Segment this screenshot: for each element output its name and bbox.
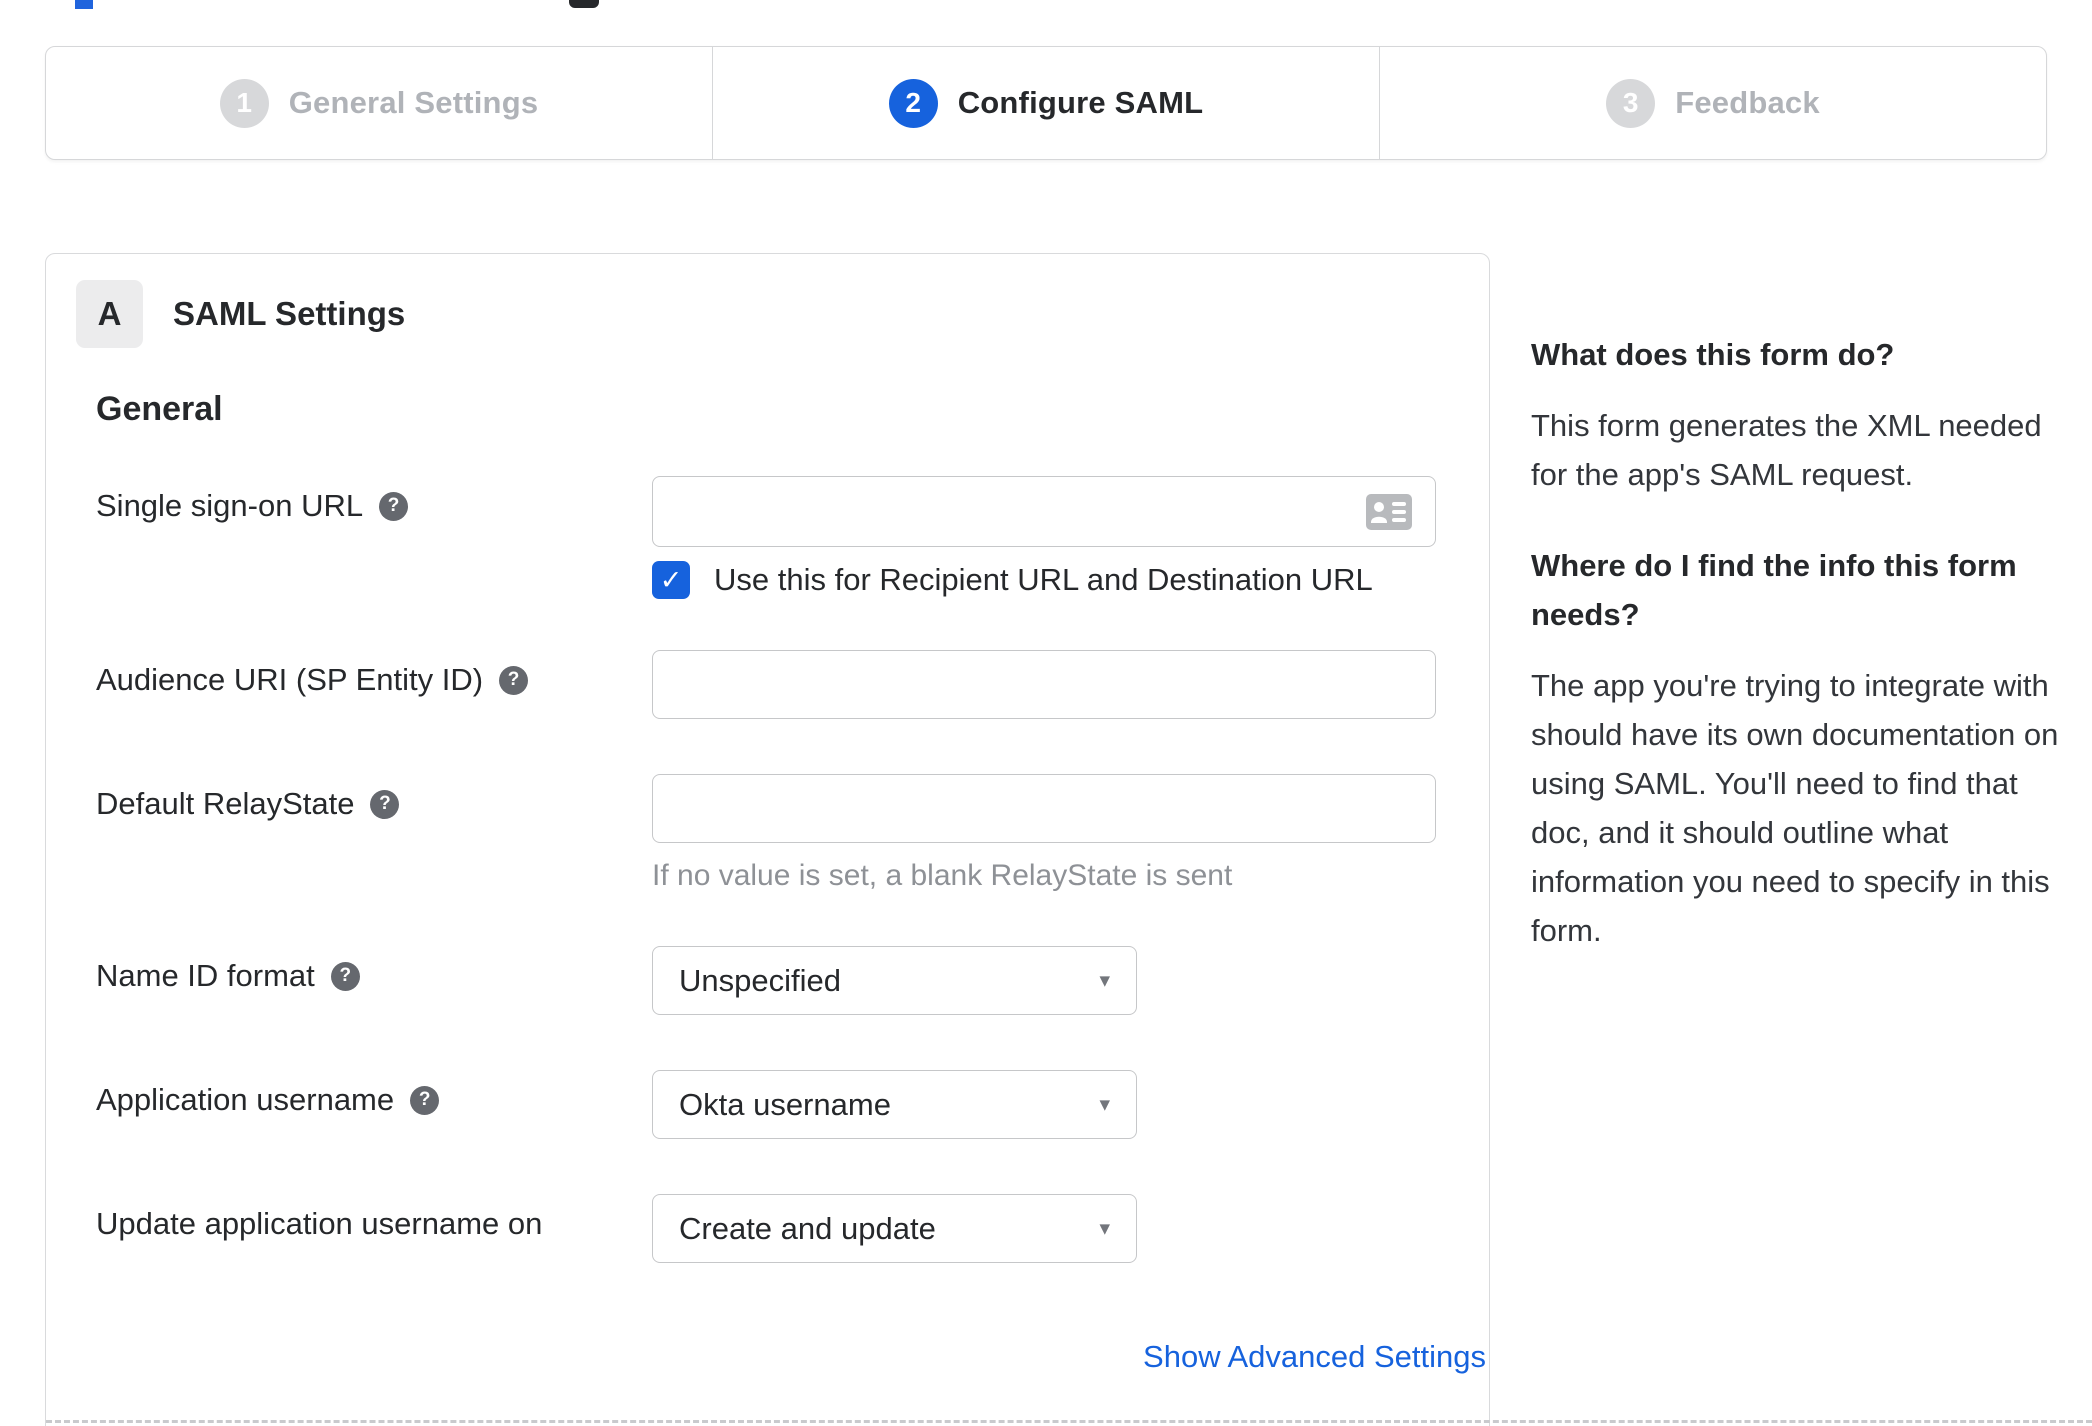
audience-uri-control xyxy=(652,650,1486,719)
section-a-badge: A xyxy=(76,280,143,348)
name-id-format-row: Name ID format ? Unspecified ▾ xyxy=(96,946,1486,1015)
sso-url-label: Single sign-on URL ? xyxy=(96,476,652,524)
sso-url-label-text: Single sign-on URL xyxy=(96,488,364,523)
recipient-url-checkbox-row: ✓ Use this for Recipient URL and Destina… xyxy=(652,561,1486,599)
update-username-row: Update application username on Create an… xyxy=(96,1194,1486,1263)
help-answer-1: This form generates the XML needed for t… xyxy=(1531,408,2042,492)
help-question-2: Where do I find the info this form needs… xyxy=(1531,548,2017,632)
section-dashed-divider xyxy=(46,1420,2092,1423)
update-username-control: Create and update ▾ xyxy=(652,1194,1486,1263)
help-icon[interactable]: ? xyxy=(410,1085,440,1115)
show-advanced-settings-link[interactable]: Show Advanced Settings xyxy=(1143,1339,1486,1374)
relay-state-label-text: Default RelayState xyxy=(96,786,355,821)
saml-settings-panel: A SAML Settings General Single sign-on U… xyxy=(45,253,1490,1426)
chevron-down-icon: ▾ xyxy=(1099,969,1110,992)
help-icon[interactable]: ? xyxy=(379,491,409,521)
name-id-format-label: Name ID format ? xyxy=(96,946,652,994)
name-id-format-control: Unspecified ▾ xyxy=(652,946,1486,1015)
advanced-settings-row: Show Advanced Settings xyxy=(96,1339,1486,1375)
step-configure-saml[interactable]: 2 Configure SAML xyxy=(712,47,1379,159)
help-sidebar: What does this form do? This form genera… xyxy=(1531,330,2092,997)
wizard-stepper: 1 General Settings 2 Configure SAML 3 Fe… xyxy=(45,46,2047,160)
application-username-row: Application username ? Okta username ▾ xyxy=(96,1070,1486,1139)
help-icon[interactable]: ? xyxy=(499,665,529,695)
cutoff-blue-fragment xyxy=(75,0,93,9)
step-general-settings[interactable]: 1 General Settings xyxy=(46,47,712,159)
update-username-select[interactable]: Create and update ▾ xyxy=(652,1194,1137,1263)
chevron-down-icon: ▾ xyxy=(1099,1093,1110,1116)
contact-card-icon[interactable] xyxy=(1366,493,1412,530)
general-section-heading: General xyxy=(96,390,223,428)
cutoff-dark-fragment xyxy=(569,0,599,8)
panel-header: A SAML Settings xyxy=(76,280,405,348)
relay-state-helper-text: If no value is set, a blank RelayState i… xyxy=(652,859,1233,892)
name-id-format-label-text: Name ID format xyxy=(96,958,315,993)
help-icon[interactable]: ? xyxy=(370,789,400,819)
step-2-label: Configure SAML xyxy=(957,85,1204,120)
audience-uri-input[interactable] xyxy=(652,650,1436,719)
audience-uri-row: Audience URI (SP Entity ID) ? xyxy=(96,650,1486,719)
recipient-url-checkbox[interactable]: ✓ xyxy=(652,561,690,599)
update-username-label: Update application username on xyxy=(96,1194,652,1242)
application-username-selected-value: Okta username xyxy=(679,1086,891,1122)
step-2-number-badge: 2 xyxy=(888,78,938,128)
relay-state-control: If no value is set, a blank RelayState i… xyxy=(652,774,1486,893)
panel-title: SAML Settings xyxy=(173,295,406,332)
step-1-number-badge: 1 xyxy=(219,78,269,128)
application-username-label-text: Application username xyxy=(96,1082,395,1117)
sso-url-control: ✓ Use this for Recipient URL and Destina… xyxy=(652,476,1486,599)
audience-uri-label: Audience URI (SP Entity ID) ? xyxy=(96,650,652,698)
relay-state-input[interactable] xyxy=(652,774,1436,843)
help-answer-2: The app you're trying to integrate with … xyxy=(1531,668,2059,948)
application-username-label: Application username ? xyxy=(96,1070,652,1118)
step-3-label: Feedback xyxy=(1675,85,1820,120)
step-1-label: General Settings xyxy=(288,85,539,120)
application-username-select[interactable]: Okta username ▾ xyxy=(652,1070,1137,1139)
recipient-url-checkbox-label: Use this for Recipient URL and Destinati… xyxy=(714,562,1373,597)
help-question-1: What does this form do? xyxy=(1531,337,1895,372)
chevron-down-icon: ▾ xyxy=(1099,1217,1110,1240)
name-id-format-selected-value: Unspecified xyxy=(679,962,841,998)
name-id-format-select[interactable]: Unspecified ▾ xyxy=(652,946,1137,1015)
sso-url-row: Single sign-on URL ? ✓ Use this for Reci… xyxy=(96,476,1486,599)
step-feedback[interactable]: 3 Feedback xyxy=(1379,47,2046,159)
relay-state-label: Default RelayState ? xyxy=(96,774,652,822)
update-username-selected-value: Create and update xyxy=(679,1210,936,1246)
step-3-number-badge: 3 xyxy=(1606,78,1656,128)
relay-state-row: Default RelayState ? If no value is set,… xyxy=(96,774,1486,893)
update-username-label-text: Update application username on xyxy=(96,1206,543,1241)
application-username-control: Okta username ▾ xyxy=(652,1070,1486,1139)
audience-uri-label-text: Audience URI (SP Entity ID) xyxy=(96,662,484,697)
sso-url-input[interactable] xyxy=(652,476,1436,547)
help-icon[interactable]: ? xyxy=(330,961,360,991)
